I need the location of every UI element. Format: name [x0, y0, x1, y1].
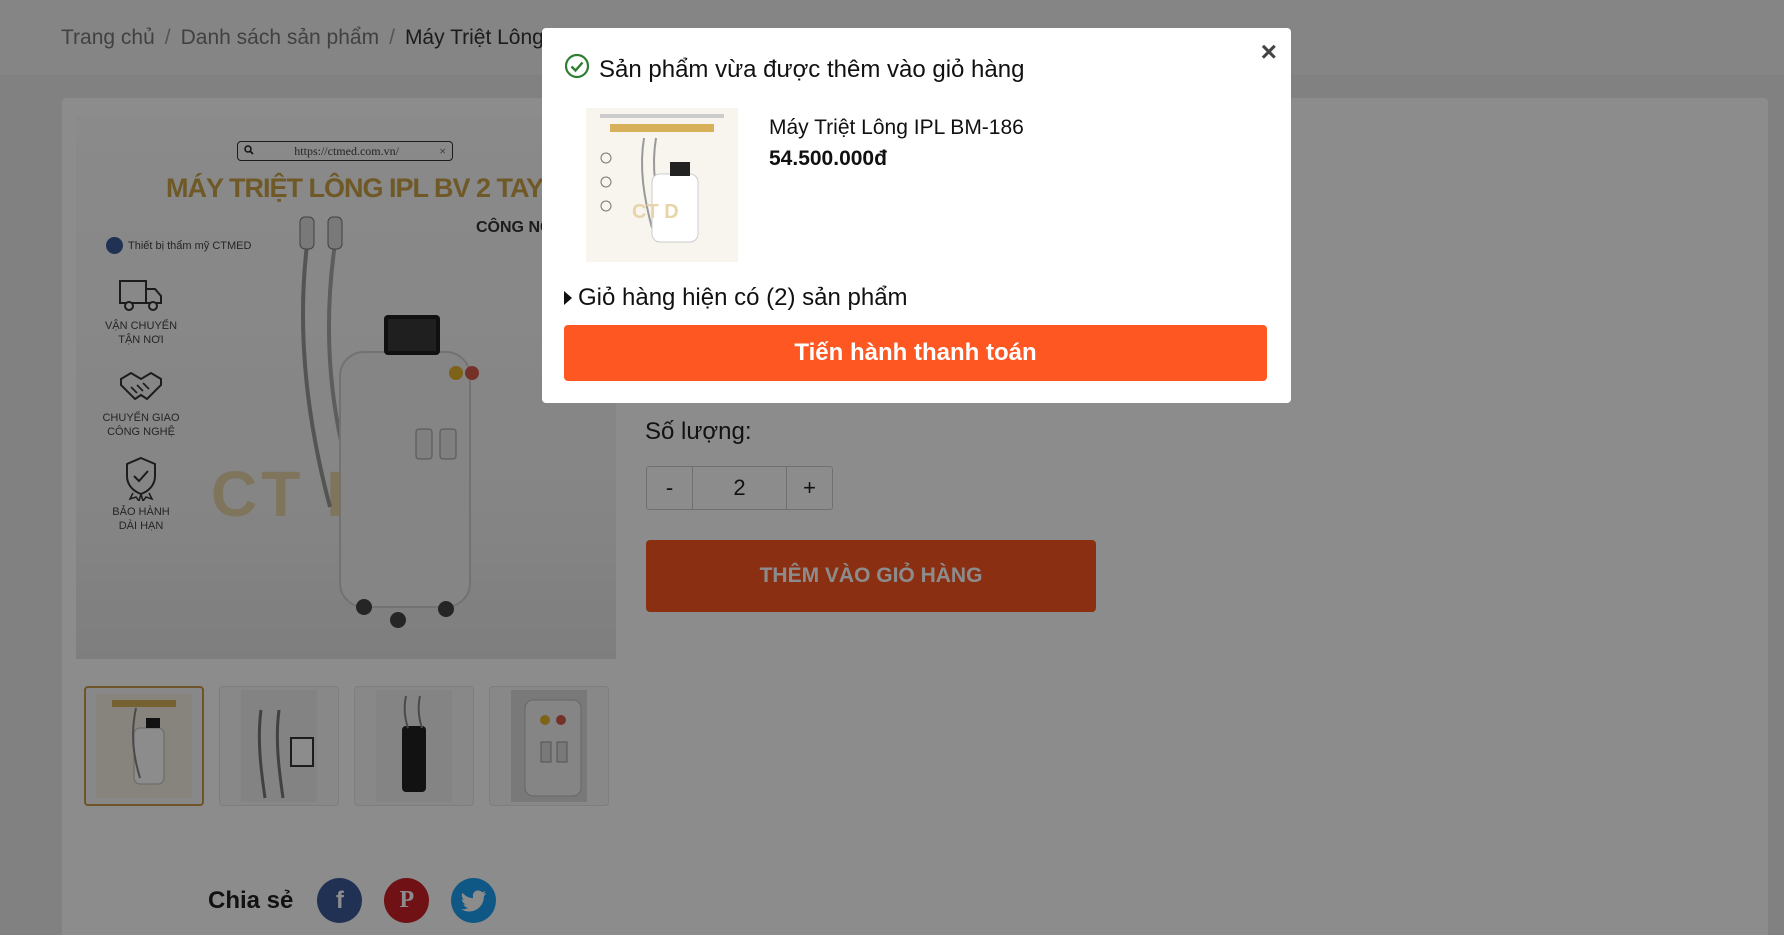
svg-text:CT D: CT D [632, 201, 679, 223]
check-circle-icon [564, 53, 590, 86]
modal-product-image: CT D [586, 108, 738, 262]
caret-right-icon [564, 291, 572, 305]
modal-title: Sản phẩm vừa được thêm vào giỏ hàng [564, 53, 1024, 86]
modal-cart-count[interactable]: Giỏ hàng hiện có (2) sản phẩm [564, 284, 908, 312]
close-icon[interactable]: × [1261, 38, 1277, 66]
modal-title-text: Sản phẩm vừa được thêm vào giỏ hàng [599, 55, 1025, 83]
modal-product-name[interactable]: Máy Triệt Lông IPL BM-186 [769, 116, 1024, 140]
cart-added-modal: × Sản phẩm vừa được thêm vào giỏ hàng CT… [542, 28, 1291, 403]
checkout-button[interactable]: Tiến hành thanh toán [564, 325, 1267, 381]
modal-cart-count-text: Giỏ hàng hiện có (2) sản phẩm [578, 284, 908, 311]
modal-product-price: 54.500.000đ [769, 147, 887, 170]
